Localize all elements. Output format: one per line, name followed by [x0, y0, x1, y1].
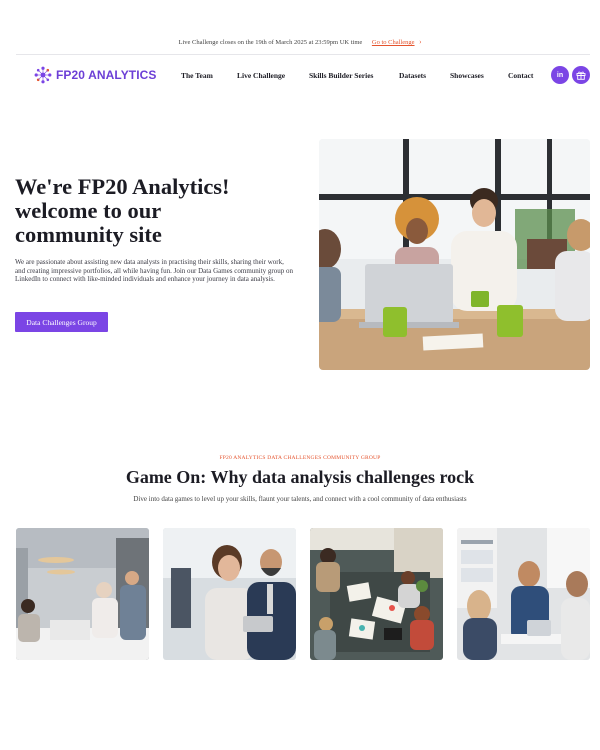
- nav-contact[interactable]: Contact: [508, 71, 533, 80]
- challenge-photo-card: [310, 528, 443, 660]
- logo-icon: [34, 66, 52, 84]
- brand-logo[interactable]: FP20 ANALYTICS: [34, 66, 157, 84]
- challenge-photo-card: [457, 528, 590, 660]
- section-kicker: FP20 ANALYTICS DATA CHALLENGES COMMUNITY…: [219, 455, 381, 461]
- nav-the-team[interactable]: The Team: [181, 71, 213, 80]
- challenge-photo-card: [16, 528, 149, 660]
- hero-title-line: community site: [15, 222, 162, 247]
- nav-datasets[interactable]: Datasets: [399, 71, 426, 80]
- hero-team-photo: [319, 139, 590, 370]
- announcement-text: Live Challenge closes on the 19th of Mar…: [178, 39, 363, 46]
- nav-live-challenge[interactable]: Live Challenge: [237, 71, 285, 80]
- brand-name: FP20 ANALYTICS: [56, 68, 157, 82]
- section-title: Game On: Why data analysis challenges ro…: [125, 467, 475, 487]
- nav-skills-builder-series[interactable]: Skills Builder Series: [309, 71, 373, 80]
- challenge-photo-card: [163, 528, 296, 660]
- hero-title: We're FP20 Analytics! welcome to our com…: [15, 175, 295, 247]
- gift-icon[interactable]: [572, 66, 590, 84]
- main-nav: FP20 ANALYTICS The Team Live Challenge S…: [16, 64, 590, 88]
- data-challenges-group-button[interactable]: Data Challenges Group: [15, 312, 108, 332]
- hero-title-line: welcome to our: [15, 198, 162, 223]
- hero-title-line: We're FP20 Analytics!: [15, 174, 230, 199]
- gift-icon-shape: [576, 71, 586, 80]
- announcement-bar: Live Challenge closes on the 19th of Mar…: [0, 38, 600, 46]
- divider: [16, 54, 590, 55]
- nav-showcases[interactable]: Showcases: [450, 71, 484, 80]
- hero-description: We are passionate about assisting new da…: [15, 258, 293, 284]
- chevron-right-icon: ›: [419, 38, 422, 46]
- go-to-challenge-link[interactable]: Go to Challenge: [372, 39, 415, 46]
- section-subtitle: Dive into data games to level up your sk…: [133, 495, 467, 503]
- linkedin-icon[interactable]: in: [551, 66, 569, 84]
